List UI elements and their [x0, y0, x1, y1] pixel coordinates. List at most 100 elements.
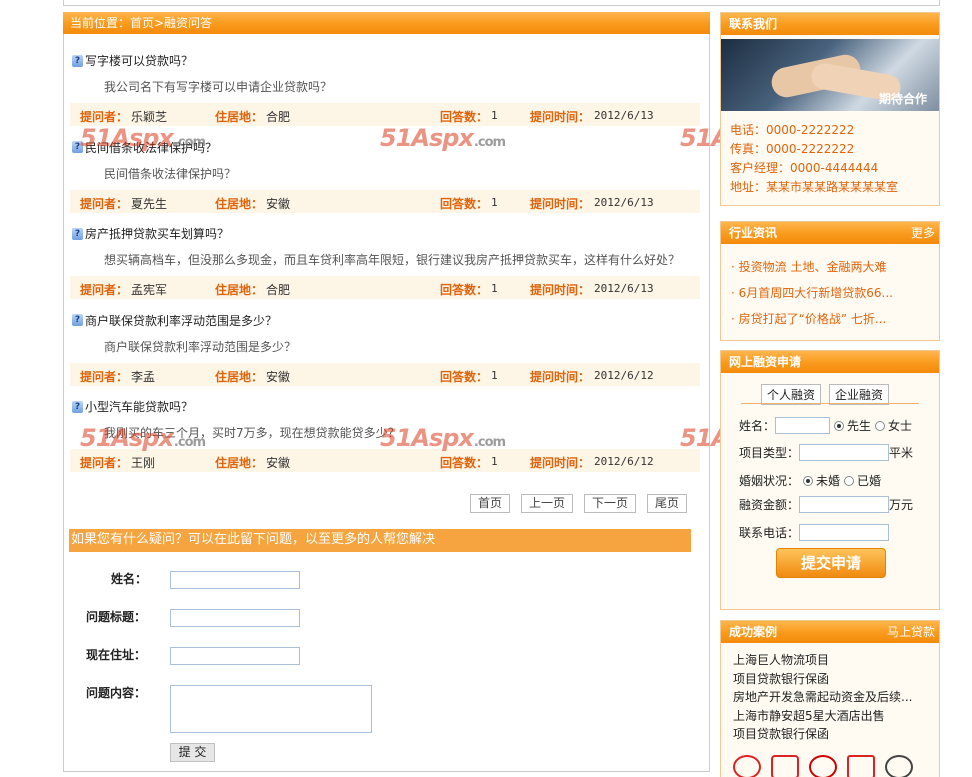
question-title[interactable]: ? 民间借条收法律保护吗？: [72, 139, 217, 156]
question-item: ? 写字楼可以贷款吗？ 我公司名下有写字楼可以申请企业贷款吗？ 提问者： 乐颖芝 住居地：…: [70, 34, 701, 126]
question-title-text[interactable]: 房产抵押贷款买车划算吗？: [85, 225, 229, 242]
apply-amount-unit: 万元: [889, 498, 914, 512]
apply-phone-input[interactable]: [799, 524, 890, 541]
pager-next-button[interactable]: 下一页: [584, 494, 637, 513]
news-item[interactable]: · 投资物流 土地、金融两大难: [731, 254, 939, 280]
answers-label: 回答数：: [440, 456, 489, 470]
question-title-label: 问题标题：: [86, 610, 147, 624]
apply-name-input[interactable]: [775, 417, 831, 434]
case-item[interactable]: 上海巨人物流项目: [733, 651, 939, 670]
partner-logos: [733, 755, 913, 777]
question-desc: 商户联保贷款利率浮动范围是多少？: [104, 339, 297, 354]
apply-amount-row: 融资金额： 万元: [739, 496, 913, 513]
cases-more-link[interactable]: 马上贷款: [887, 621, 939, 643]
image-caption: 期待合作: [878, 92, 927, 106]
contact-manager: 客户经理：0000-4444444: [730, 161, 879, 175]
unmarried-radio[interactable]: [803, 475, 814, 486]
answers-count: 1: [491, 455, 498, 468]
case-list: 上海巨人物流项目 项目贷款银行保函 房地产开发急需起动资金及后续... 上海市静…: [721, 643, 939, 744]
question-item: ? 小型汽车能贷款吗？ 我刚买的车三个月，买时7万多，现在想贷款能贷多少？ 提问者：王…: [70, 380, 701, 472]
pager-first-button[interactable]: 首页: [470, 494, 511, 513]
apply-name-row: 姓名： 先生 女士: [739, 417, 912, 434]
apply-marital-label: 婚姻状况：: [739, 474, 800, 488]
question-title[interactable]: ? 写字楼可以贷款吗？: [72, 52, 193, 69]
apply-amount-label: 融资金额：: [739, 498, 800, 512]
apply-name-label: 姓名：: [739, 419, 776, 433]
contact-address: 地址：某某市某某路某某某某室: [730, 180, 899, 194]
question-mark-icon: ?: [72, 141, 83, 153]
case-item[interactable]: 项目贷款银行保函: [733, 725, 939, 744]
news-item[interactable]: · 房贷打起了“价格战” 七折...: [731, 306, 939, 332]
question-desc: 民间借条收法律保护吗？: [104, 166, 237, 181]
news-list: · 投资物流 土地、金融两大难 · 6月首周四大行新增贷款66... · 房贷打…: [721, 244, 939, 332]
apply-type-unit: 平米: [889, 446, 914, 460]
apply-box: 网上融资申请 个人融资 企业融资 姓名： 先生 女士 项目类型： 平米 婚姻状况…: [720, 350, 940, 610]
ask-banner: 如果您有什么疑问？可以在此留下问题，以至更多的人帮您解决: [69, 529, 691, 552]
partner-logo-icon: [885, 755, 913, 777]
question-title-input[interactable]: [170, 609, 300, 627]
apply-amount-input[interactable]: [799, 496, 890, 513]
pager-prev-button[interactable]: 上一页: [521, 494, 574, 513]
apply-submit-button[interactable]: 提交申请: [776, 548, 886, 578]
mr-radio[interactable]: [834, 420, 845, 431]
question-title[interactable]: ? 小型汽车能贷款吗？: [72, 398, 193, 415]
question-title[interactable]: ? 商户联保贷款利率浮动范围是多少？: [72, 312, 277, 329]
question-item: ? 民间借条收法律保护吗？ 民间借条收法律保护吗？ 提问者： 夏先生 住居地： 安徽 回答数：…: [70, 121, 701, 213]
apply-type-input[interactable]: [799, 444, 890, 461]
residence-value: 安徽: [266, 456, 291, 470]
contact-info: 电话：0000-2222222 传真：0000-2222222 客户经理：000…: [721, 111, 939, 197]
tab-personal[interactable]: 个人融资: [761, 384, 822, 405]
asker-label: 提问者：: [80, 456, 129, 470]
time-label: 提问时间：: [530, 456, 591, 470]
question-item: ? 商户联保贷款利率浮动范围是多少？ 商户联保贷款利率浮动范围是多少？ 提问者： 李孟住…: [70, 294, 701, 386]
breadcrumb: 当前位置：首页>融资问答: [63, 12, 710, 34]
ms-label: 女士: [888, 419, 913, 433]
case-item[interactable]: 房地产开发急需起动资金及后续...: [733, 688, 939, 707]
asker-name: 王刚: [131, 456, 156, 470]
main-content: 当前位置：首页>融资问答 ? 写字楼可以贷款吗？ 我公司名下有写字楼可以申请企业贷款…: [63, 12, 710, 772]
question-desc: 想买辆高档车，但没那么多现金，而且车贷利率高年限短，银行建议我房产抵押贷款买车，…: [104, 253, 681, 267]
case-item[interactable]: 项目贷款银行保函: [733, 670, 939, 689]
apply-title: 网上融资申请: [721, 351, 939, 373]
question-title-text[interactable]: 写字楼可以贷款吗？: [85, 52, 193, 69]
question-title-text[interactable]: 民间借条收法律保护吗？: [85, 139, 217, 156]
question-title-text[interactable]: 小型汽车能贷款吗？: [85, 398, 193, 415]
contact-phone: 电话：0000-2222222: [730, 123, 855, 137]
partner-logo-icon: [733, 755, 761, 777]
ask-submit-button[interactable]: 提 交: [170, 743, 215, 762]
mr-label: 先生: [847, 419, 872, 433]
cases-box: 成功案例 马上贷款 上海巨人物流项目 项目贷款银行保函 房地产开发急需起动资金及…: [720, 620, 940, 777]
news-item[interactable]: · 6月首周四大行新增贷款66...: [731, 280, 939, 306]
question-content-textarea[interactable]: [170, 685, 372, 733]
apply-phone-label: 联系电话：: [739, 526, 800, 540]
question-mark-icon: ?: [72, 227, 83, 240]
pager-last-button[interactable]: 尾页: [647, 494, 688, 513]
question-title[interactable]: ? 房产抵押贷款买车划算吗？: [72, 225, 229, 242]
unmarried-label: 未婚: [816, 474, 841, 488]
address-input[interactable]: [170, 647, 300, 665]
apply-type-row: 项目类型： 平米: [739, 444, 913, 461]
apply-marital-row: 婚姻状况： 未婚 已婚: [739, 472, 881, 489]
address-label: 现在住址：: [86, 648, 147, 662]
question-meta: 提问者： 王刚 住居地： 安徽 回答数： 1 提问时间： 2012/6/12: [70, 449, 700, 472]
question-mark-icon: ?: [72, 314, 83, 326]
tab-company[interactable]: 企业融资: [829, 384, 890, 405]
question-title-text[interactable]: 商户联保贷款利率浮动范围是多少？: [85, 312, 277, 329]
contact-box: 联系我们 期待合作 电话：0000-2222222 传真：0000-222222…: [720, 12, 940, 206]
question-desc: 我刚买的车三个月，买时7万多，现在想贷款能贷多少？: [104, 426, 400, 440]
name-input[interactable]: [170, 571, 300, 589]
top-frame: [63, 0, 940, 6]
case-item[interactable]: 上海市静安超5星大酒店出售: [733, 707, 939, 726]
married-radio[interactable]: [844, 475, 855, 486]
partner-logo-icon: [847, 755, 875, 777]
apply-tabs: 个人融资 企业融资: [761, 384, 890, 405]
name-label: 姓名：: [111, 572, 148, 586]
news-title: 行业资讯 更多: [721, 222, 939, 244]
handshake-image: 期待合作: [721, 39, 939, 111]
news-more-link[interactable]: 更多: [911, 222, 939, 244]
question-list: ? 写字楼可以贷款吗？ 我公司名下有写字楼可以申请企业贷款吗？ 提问者： 乐颖芝 住居地：…: [64, 34, 709, 472]
pager: 首页 上一页 下一页 尾页: [470, 494, 688, 513]
partner-logo-icon: [809, 755, 837, 777]
news-box: 行业资讯 更多 · 投资物流 土地、金融两大难 · 6月首周四大行新增贷款66.…: [720, 221, 940, 341]
ms-radio[interactable]: [875, 420, 886, 431]
